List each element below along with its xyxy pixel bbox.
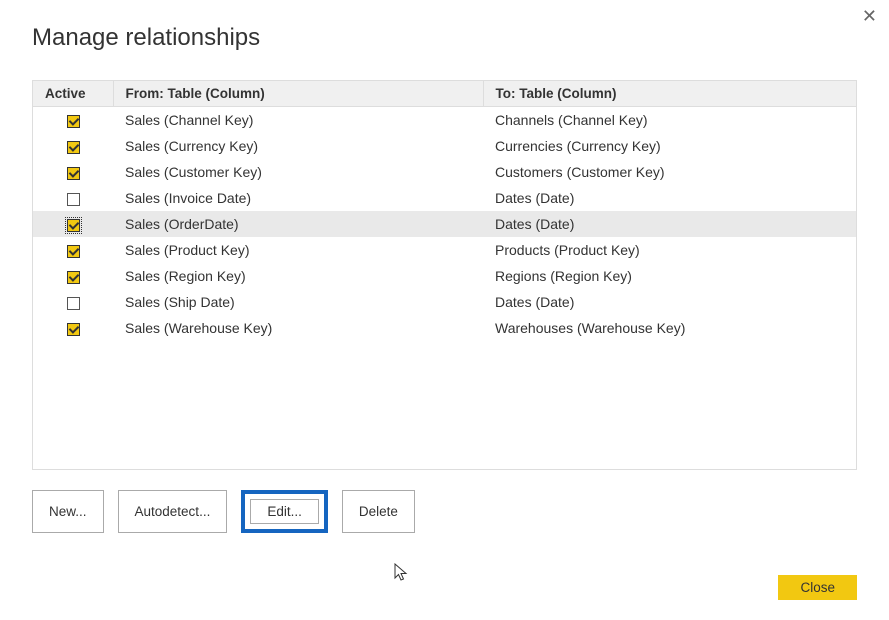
table-row[interactable]: Sales (Invoice Date)Dates (Date) xyxy=(33,185,856,211)
from-cell: Sales (Invoice Date) xyxy=(113,185,483,211)
from-cell: Sales (Channel Key) xyxy=(113,107,483,134)
to-cell: Channels (Channel Key) xyxy=(483,107,856,134)
to-cell: Regions (Region Key) xyxy=(483,263,856,289)
active-checkbox[interactable] xyxy=(67,115,80,128)
edit-highlight: Edit... xyxy=(241,490,328,533)
to-cell: Products (Product Key) xyxy=(483,237,856,263)
table-row[interactable]: Sales (Customer Key)Customers (Customer … xyxy=(33,159,856,185)
active-checkbox[interactable] xyxy=(67,271,80,284)
table-row[interactable]: Sales (Channel Key)Channels (Channel Key… xyxy=(33,107,856,134)
close-icon[interactable]: ✕ xyxy=(862,6,877,27)
close-button[interactable]: Close xyxy=(778,575,857,600)
col-header-from[interactable]: From: Table (Column) xyxy=(113,81,483,107)
from-cell: Sales (Region Key) xyxy=(113,263,483,289)
to-cell: Dates (Date) xyxy=(483,211,856,237)
new-button[interactable]: New... xyxy=(32,490,104,533)
from-cell: Sales (Ship Date) xyxy=(113,289,483,315)
active-checkbox[interactable] xyxy=(67,245,80,258)
active-checkbox[interactable] xyxy=(67,193,80,206)
to-cell: Warehouses (Warehouse Key) xyxy=(483,315,856,341)
dialog-title: Manage relationships xyxy=(0,0,889,52)
active-checkbox[interactable] xyxy=(67,141,80,154)
button-row: New... Autodetect... Edit... Delete xyxy=(32,490,857,533)
active-checkbox[interactable] xyxy=(67,323,80,336)
edit-button[interactable]: Edit... xyxy=(250,499,319,524)
from-cell: Sales (Customer Key) xyxy=(113,159,483,185)
table-row[interactable]: Sales (Ship Date)Dates (Date) xyxy=(33,289,856,315)
table-row[interactable]: Sales (OrderDate)Dates (Date) xyxy=(33,211,856,237)
col-header-active[interactable]: Active xyxy=(33,81,113,107)
table-row[interactable]: Sales (Region Key)Regions (Region Key) xyxy=(33,263,856,289)
from-cell: Sales (Product Key) xyxy=(113,237,483,263)
table-row[interactable]: Sales (Product Key)Products (Product Key… xyxy=(33,237,856,263)
from-cell: Sales (Warehouse Key) xyxy=(113,315,483,341)
to-cell: Customers (Customer Key) xyxy=(483,159,856,185)
delete-button[interactable]: Delete xyxy=(342,490,415,533)
active-checkbox[interactable] xyxy=(67,219,80,232)
cursor-icon xyxy=(394,563,410,583)
to-cell: Dates (Date) xyxy=(483,185,856,211)
autodetect-button[interactable]: Autodetect... xyxy=(118,490,228,533)
relationships-table: Active From: Table (Column) To: Table (C… xyxy=(32,80,857,470)
table-row[interactable]: Sales (Warehouse Key)Warehouses (Warehou… xyxy=(33,315,856,341)
table-row[interactable]: Sales (Currency Key)Currencies (Currency… xyxy=(33,133,856,159)
to-cell: Dates (Date) xyxy=(483,289,856,315)
from-cell: Sales (Currency Key) xyxy=(113,133,483,159)
from-cell: Sales (OrderDate) xyxy=(113,211,483,237)
active-checkbox[interactable] xyxy=(67,297,80,310)
col-header-to[interactable]: To: Table (Column) xyxy=(483,81,856,107)
active-checkbox[interactable] xyxy=(67,167,80,180)
to-cell: Currencies (Currency Key) xyxy=(483,133,856,159)
